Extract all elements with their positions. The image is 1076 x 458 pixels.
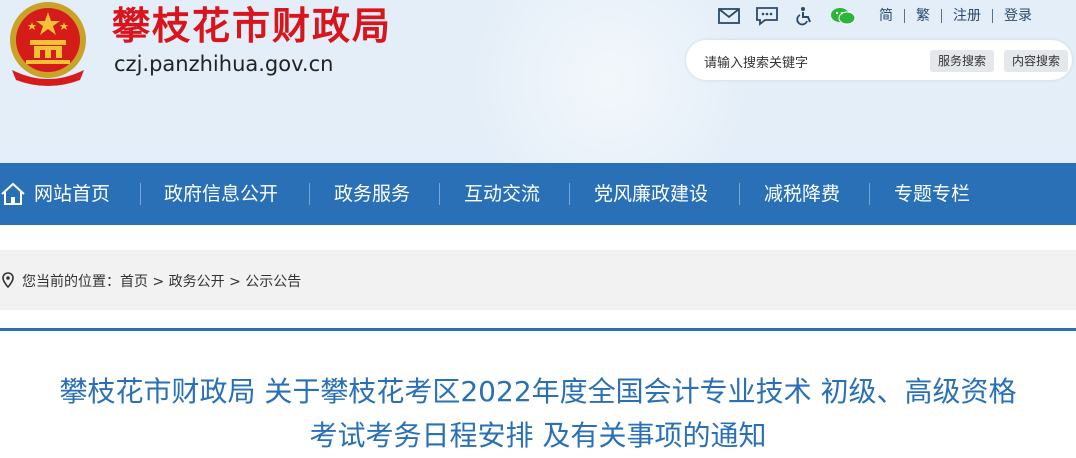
breadcrumb-item-government-affairs[interactable]: 政务公开 <box>169 274 225 290</box>
nav-item-government-info[interactable]: 政府信息公开 <box>164 163 278 225</box>
site-name[interactable]: 攀枝花市财政局 <box>112 2 392 50</box>
nav-separator <box>439 183 440 205</box>
nav-item-special-topics[interactable]: 专题专栏 <box>894 163 970 225</box>
breadcrumb-item-announcements[interactable]: 公示公告 <box>245 274 301 290</box>
traditional-chinese-link[interactable]: 繁 <box>905 9 942 23</box>
content-divider <box>0 328 1076 331</box>
breadcrumb-separator: > <box>229 274 241 290</box>
location-pin-icon <box>2 272 14 288</box>
national-emblem-logo[interactable] <box>2 0 94 86</box>
nav-item-integrity[interactable]: 党风廉政建设 <box>594 163 708 225</box>
breadcrumb: 您当前的位置：首页 > 政务公开 > 公示公告 <box>22 271 301 291</box>
nav-item-government-services[interactable]: 政务服务 <box>334 163 410 225</box>
register-link[interactable]: 注册 <box>942 9 993 23</box>
nav-separator <box>869 183 870 205</box>
breadcrumb-bar: 您当前的位置：首页 > 政务公开 > 公示公告 <box>0 250 1076 310</box>
simplified-chinese-link[interactable]: 简 <box>868 9 905 23</box>
nav-item-interaction[interactable]: 互动交流 <box>464 163 540 225</box>
nav-separator <box>309 183 310 205</box>
article-title-line-2: 考试考务日程安排 及有关事项的通知 <box>309 419 767 452</box>
top-toolbar: 简 繁 注册 登录 <box>716 4 1043 28</box>
article-title: 攀枝花市财政局 关于攀枝花考区2022年度全国会计专业技术 初级、高级资格 考试… <box>0 370 1076 458</box>
wechat-icon[interactable] <box>830 5 856 27</box>
search-input[interactable]: 请输入搜索关键字 <box>704 52 808 71</box>
mail-icon[interactable] <box>716 5 742 27</box>
breadcrumb-prefix: 您当前的位置： <box>22 274 120 290</box>
home-icon <box>1 182 25 205</box>
search-box: 请输入搜索关键字 服务搜索 内容搜索 <box>686 40 1072 80</box>
breadcrumb-separator: > <box>152 274 165 290</box>
article-title-line-1: 攀枝花市财政局 关于攀枝花考区2022年度全国会计专业技术 初级、高级资格 <box>59 375 1017 408</box>
message-icon[interactable] <box>754 5 780 27</box>
main-nav: 网站首页 政府信息公开 政务服务 互动交流 党风廉政建设 减税降费 专题专栏 <box>0 163 1076 225</box>
accessibility-icon[interactable] <box>792 5 818 27</box>
site-header: 攀枝花市财政局 czj.panzhihua.gov.cn 简 繁 注册 登录 请… <box>0 0 1076 163</box>
site-domain: czj.panzhihua.gov.cn <box>114 52 334 76</box>
nav-separator <box>569 183 570 205</box>
login-link[interactable]: 登录 <box>993 9 1043 23</box>
content-search-button[interactable]: 内容搜索 <box>1004 50 1069 72</box>
service-search-button[interactable]: 服务搜索 <box>930 50 995 72</box>
breadcrumb-item-home[interactable]: 首页 <box>120 274 148 290</box>
nav-separator <box>140 183 141 205</box>
nav-item-home[interactable]: 网站首页 <box>34 163 110 225</box>
nav-item-tax-reduction[interactable]: 减税降费 <box>764 163 840 225</box>
nav-separator <box>739 183 740 205</box>
